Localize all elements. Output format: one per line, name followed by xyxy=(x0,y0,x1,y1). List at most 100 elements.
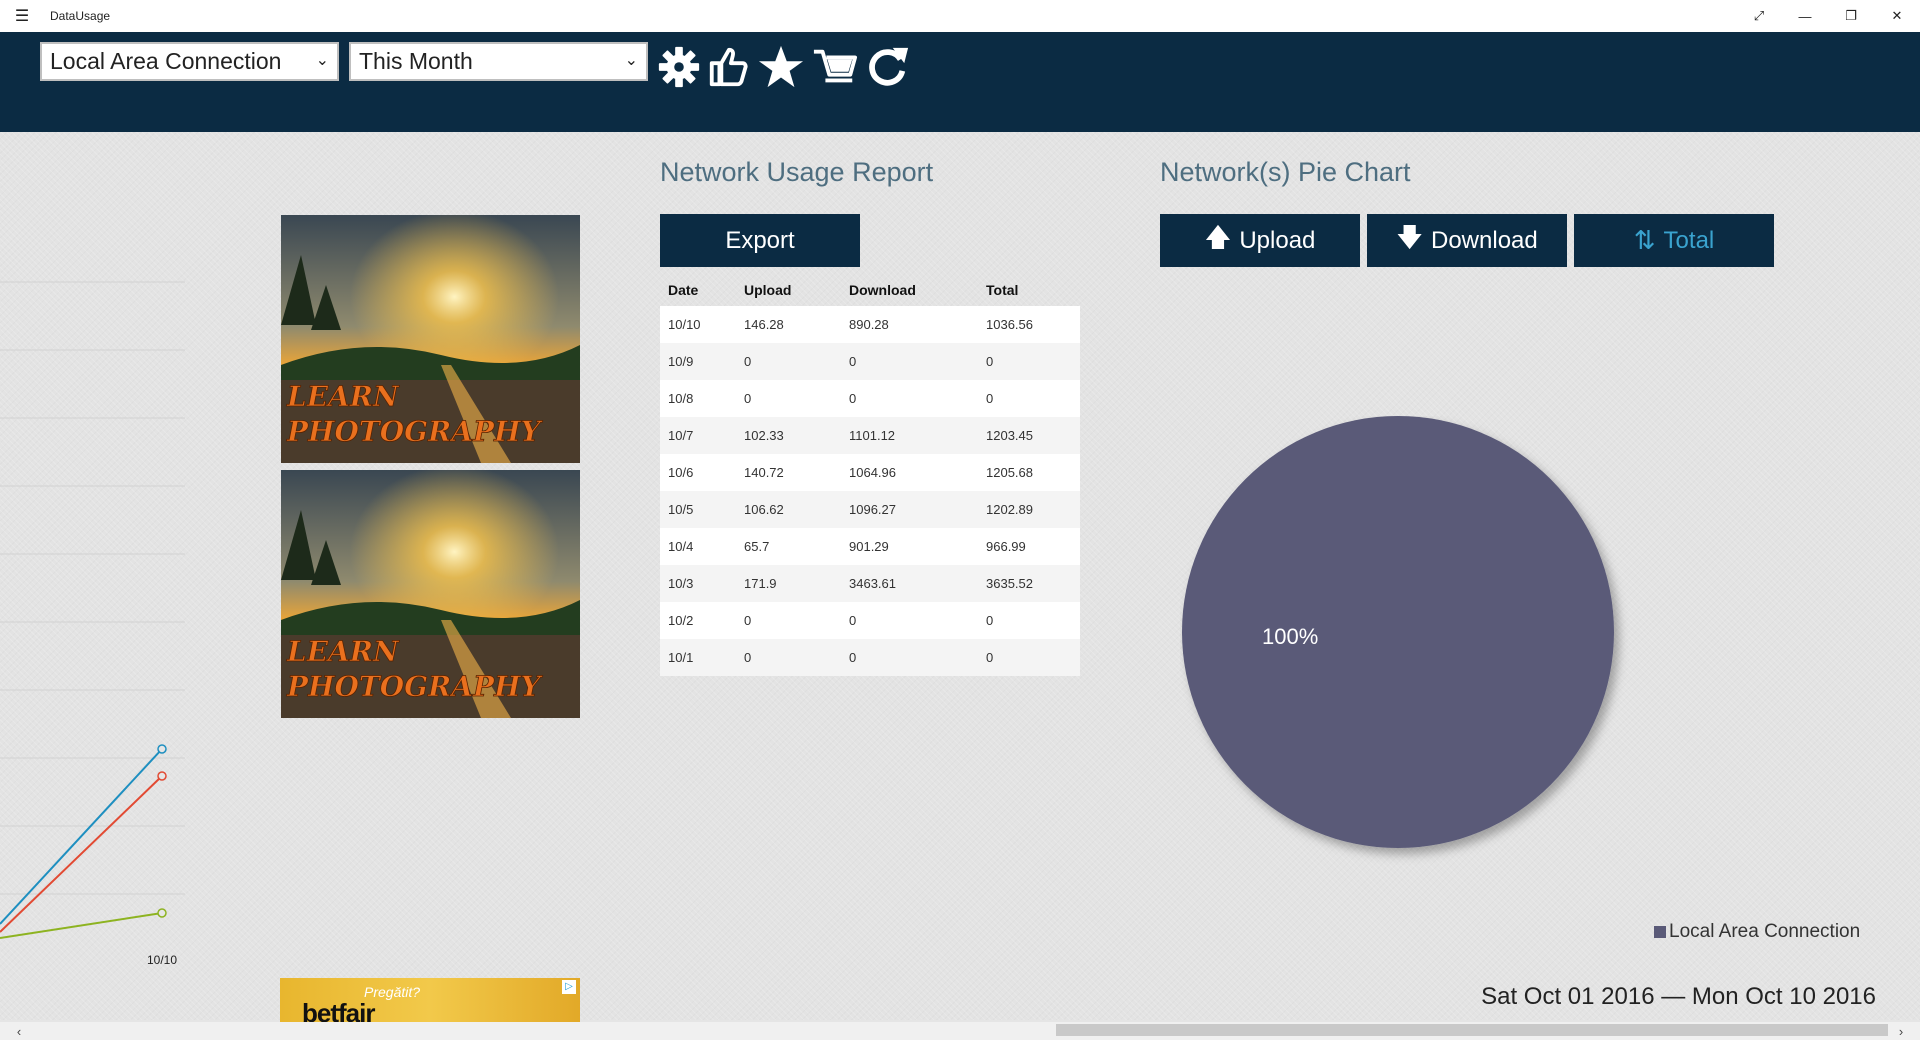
thumbs-up-icon[interactable] xyxy=(706,44,752,90)
chevron-down-icon: ⌄ xyxy=(624,52,638,69)
cell-upload: 0 xyxy=(736,343,841,380)
ad-brand: betfair xyxy=(302,998,375,1022)
cell-download: 0 xyxy=(841,639,978,676)
horizontal-scrollbar[interactable]: ‹ › xyxy=(0,1022,1920,1040)
x-tick-label: 10/10 xyxy=(147,953,177,967)
table-row: 10/8 0 0 0 xyxy=(660,380,1080,417)
connection-select[interactable]: Local Area Connection ⌄ xyxy=(40,42,339,81)
cell-date: 10/4 xyxy=(660,528,736,565)
network-pie-chart xyxy=(1182,416,1614,848)
table-row: 10/2 0 0 0 xyxy=(660,602,1080,639)
close-icon[interactable]: ✕ xyxy=(1874,0,1920,32)
hamburger-icon[interactable]: ☰ xyxy=(0,0,44,32)
cell-date: 10/8 xyxy=(660,380,736,417)
sort-arrows-icon: ⇅ xyxy=(1633,225,1656,255)
cell-total: 1036.56 xyxy=(978,306,1080,343)
cell-date: 10/9 xyxy=(660,343,736,380)
settings-icon[interactable] xyxy=(656,44,702,90)
cell-download: 1064.96 xyxy=(841,454,978,491)
cell-download: 0 xyxy=(841,602,978,639)
period-select-value: This Month xyxy=(359,48,473,74)
cell-upload: 140.72 xyxy=(736,454,841,491)
export-button[interactable]: Export xyxy=(660,214,860,267)
table-row: 10/7 102.33 1101.12 1203.45 xyxy=(660,417,1080,454)
scroll-thumb[interactable] xyxy=(1056,1024,1888,1036)
usage-table: Date Upload Download Total 10/10 146.28 89… xyxy=(660,274,1080,676)
cell-upload: 65.7 xyxy=(736,528,841,565)
cell-total: 966.99 xyxy=(978,528,1080,565)
ad-text-line1: LEARN xyxy=(286,380,400,413)
table-row: 10/9 0 0 0 xyxy=(660,343,1080,380)
ad-choices-icon[interactable]: ▷ xyxy=(562,980,576,994)
cell-upload: 171.9 xyxy=(736,565,841,602)
expand-icon[interactable]: ⤢ xyxy=(1736,0,1782,32)
legend-label: Local Area Connection xyxy=(1669,921,1861,942)
pie-legend: Local Area Connection xyxy=(1654,921,1860,943)
cell-total: 0 xyxy=(978,380,1080,417)
restore-icon[interactable]: ❐ xyxy=(1828,0,1874,32)
ad-image: LEARN PHOTOGRAPHY xyxy=(281,215,580,463)
column-header: Total xyxy=(986,282,1019,298)
cell-download: 1101.12 xyxy=(841,417,978,454)
cell-download: 0 xyxy=(841,380,978,417)
cell-date: 10/6 xyxy=(660,454,736,491)
cell-upload: 146.28 xyxy=(736,306,841,343)
cell-download: 0 xyxy=(841,343,978,380)
chevron-down-icon: ⌄ xyxy=(315,52,329,69)
minimize-icon[interactable]: — xyxy=(1782,0,1828,32)
chart-gridlines xyxy=(0,281,185,895)
arrow-down-icon: 🡇 xyxy=(1396,221,1423,252)
cart-icon[interactable] xyxy=(812,44,858,90)
table-row: 10/3 171.9 3463.61 3635.52 xyxy=(660,565,1080,602)
star-icon[interactable] xyxy=(758,44,804,90)
cell-date: 10/2 xyxy=(660,602,736,639)
cell-download: 901.29 xyxy=(841,528,978,565)
pie-slice-label: 100% xyxy=(1262,624,1319,649)
total-button-label: Total xyxy=(1663,226,1715,254)
cell-upload: 0 xyxy=(736,602,841,639)
betfair-ad[interactable]: Pregătit? betfair ▷ xyxy=(280,978,580,1022)
ad-text-line1: LEARN xyxy=(286,635,400,668)
download-series-point xyxy=(157,771,167,781)
scroll-left-icon[interactable]: ‹ xyxy=(10,1022,28,1040)
table-row: 10/10 146.28 890.28 1036.56 xyxy=(660,306,1080,343)
download-button[interactable]: 🡇 Download xyxy=(1367,214,1567,267)
legend-swatch xyxy=(1654,926,1666,938)
cell-total: 1203.45 xyxy=(978,417,1080,454)
table-row: 10/4 65.7 901.29 966.99 xyxy=(660,528,1080,565)
cell-date: 10/10 xyxy=(660,306,736,343)
cell-upload: 0 xyxy=(736,639,841,676)
cell-date: 10/3 xyxy=(660,565,736,602)
usage-line-chart: 10/10 xyxy=(0,281,185,967)
cell-total: 3635.52 xyxy=(978,565,1080,602)
refresh-icon[interactable] xyxy=(864,44,910,90)
ad-image: LEARN PHOTOGRAPHY xyxy=(281,470,580,718)
cell-total: 0 xyxy=(978,602,1080,639)
cell-total: 1205.68 xyxy=(978,454,1080,491)
cell-download: 3463.61 xyxy=(841,565,978,602)
period-select[interactable]: This Month ⌄ xyxy=(349,42,648,81)
cell-download: 1096.27 xyxy=(841,491,978,528)
upload-button[interactable]: 🡅 Upload xyxy=(1160,214,1360,267)
total-series-point xyxy=(157,744,167,754)
upload-series-line xyxy=(0,912,163,939)
table-row: 10/5 106.62 1096.27 1202.89 xyxy=(660,491,1080,528)
app-title: DataUsage xyxy=(50,9,111,23)
photo-ad[interactable]: LEARN PHOTOGRAPHY xyxy=(281,215,580,463)
cell-total: 0 xyxy=(978,343,1080,380)
report-title: Network Usage Report xyxy=(660,157,934,187)
pie-slice xyxy=(1182,416,1614,848)
total-button[interactable]: ⇅ Total xyxy=(1574,214,1774,267)
photo-ad[interactable]: LEARN PHOTOGRAPHY xyxy=(281,470,580,718)
cell-upload: 106.62 xyxy=(736,491,841,528)
cell-total: 0 xyxy=(978,639,1080,676)
column-header: Date xyxy=(668,282,699,298)
column-header: Upload xyxy=(744,282,792,298)
cell-upload: 0 xyxy=(736,380,841,417)
window-controls: ⤢ — ❐ ✕ xyxy=(1736,0,1920,32)
cell-upload: 102.33 xyxy=(736,417,841,454)
date-range: Sat Oct 01 2016 — Mon Oct 10 2016 xyxy=(1481,983,1876,1010)
scroll-right-icon[interactable]: › xyxy=(1892,1022,1910,1040)
ad-text-line2: PHOTOGRAPHY xyxy=(286,670,544,703)
download-series-line xyxy=(0,775,163,933)
